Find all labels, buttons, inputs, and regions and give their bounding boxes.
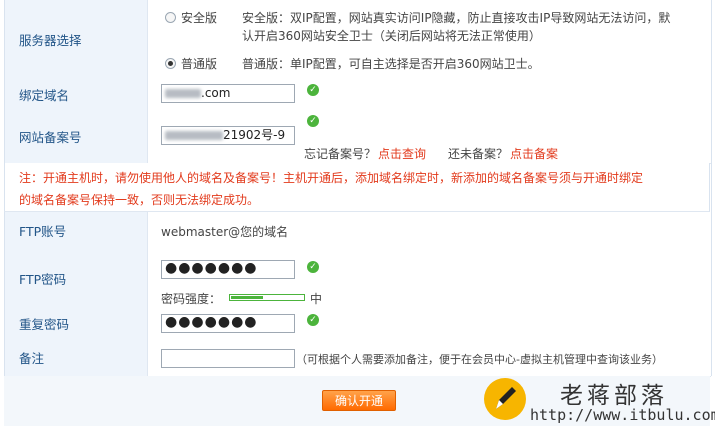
repeat-password-label: 重复密码 <box>5 308 147 339</box>
remark-hint: （可根据个人需要添加备注，便于在会员中心-虚拟主机管理中查询该业务） <box>296 353 663 366</box>
ftp-account-value: webmaster@您的域名 <box>161 225 289 239</box>
safe-version-desc-line1: 安全版：双IP配置，网站真实访问IP隐藏，防止直接攻击IP导致网站无法访问，默 <box>242 11 671 25</box>
icp-row: 网站备案号 21902号-9 ✓ 忘记备案号？ 点击查询 还未备案？ 点击备案 <box>5 109 711 164</box>
normal-version-radio[interactable] <box>165 58 176 69</box>
strength-meter <box>229 294 305 301</box>
watermark-url: http://www.itbulu.com <box>530 406 715 424</box>
check-icon: ✓ <box>307 84 319 96</box>
notice-line2: 的域名备案号保持一致，否则无法绑定成功。 <box>19 193 260 207</box>
apply-icp-link[interactable]: 点击备案 <box>510 145 558 162</box>
strength-label: 密码强度： <box>161 292 222 306</box>
repeat-password-row: 重复密码 ●●●●●●● ✓ <box>5 308 711 340</box>
icp-input[interactable]: 21902号-9 <box>161 126 295 145</box>
check-icon: ✓ <box>307 261 319 273</box>
redacted-text <box>165 89 201 98</box>
domain-row: 绑定域名 .com ✓ <box>5 79 711 110</box>
confirm-open-button[interactable]: 确认开通 <box>322 390 396 411</box>
watermark-title: 老蒋部落 <box>560 383 668 409</box>
watermark-logo-icon <box>484 378 526 420</box>
redacted-text <box>165 131 223 140</box>
domain-value: .com <box>201 86 231 100</box>
footer-bar: 确认开通 老蒋部落 http://www.itbulu.com <box>4 376 715 426</box>
normal-version-desc: 普通版：单IP配置，可自主选择是否开启360网站卫士。 <box>242 57 540 71</box>
strength-value: 中 <box>310 292 323 306</box>
notice-line1: 注：开通主机时，请勿使用他人的域名及备案号！主机开通后，添加域名绑定时，新添加的… <box>19 171 644 185</box>
repeat-password-input[interactable]: ●●●●●●● <box>161 314 295 333</box>
ftp-form: FTP账号 webmaster@您的域名 FTP密码 ●●●●●●● ✓ 密码强… <box>4 212 712 377</box>
ftp-account-row: FTP账号 webmaster@您的域名 <box>5 212 711 249</box>
remark-row: 备注 （可根据个人需要添加备注，便于在会员中心-虚拟主机管理中查询该业务） <box>5 339 711 377</box>
ftp-password-input[interactable]: ●●●●●●● <box>161 260 295 279</box>
ftp-password-label: FTP密码 <box>5 248 147 308</box>
check-icon: ✓ <box>307 314 319 326</box>
server-row: 服务器选择 安全版 安全版：双IP配置，网站真实访问IP隐藏，防止直接攻击IP导… <box>5 0 711 80</box>
remark-input[interactable] <box>161 349 295 368</box>
icp-value: 21902号-9 <box>223 128 286 142</box>
domain-input[interactable]: .com <box>161 84 295 103</box>
domain-notice: 注：开通主机时，请勿使用他人的域名及备案号！主机开通后，添加域名绑定时，新添加的… <box>4 163 710 212</box>
no-icp-text: 还未备案？ <box>448 147 509 161</box>
strength-fill <box>231 296 263 299</box>
remark-label: 备注 <box>5 339 147 376</box>
server-label: 服务器选择 <box>5 0 147 79</box>
check-icon: ✓ <box>307 115 319 127</box>
safe-version-radio[interactable] <box>165 12 176 23</box>
ftp-password-row: FTP密码 ●●●●●●● ✓ 密码强度： 中 <box>5 248 711 309</box>
safe-version-option: 安全版 <box>181 11 218 25</box>
safe-version-desc-line2: 认开启360网站安全卫士（关闭后网站将无法正常使用） <box>242 29 541 43</box>
domain-label: 绑定域名 <box>5 79 147 109</box>
forgot-icp-text: 忘记备案号？ <box>304 147 377 161</box>
normal-version-option: 普通版 <box>181 57 218 71</box>
icp-label: 网站备案号 <box>5 109 147 163</box>
ftp-account-label: FTP账号 <box>5 212 147 248</box>
query-icp-link[interactable]: 点击查询 <box>378 145 426 162</box>
